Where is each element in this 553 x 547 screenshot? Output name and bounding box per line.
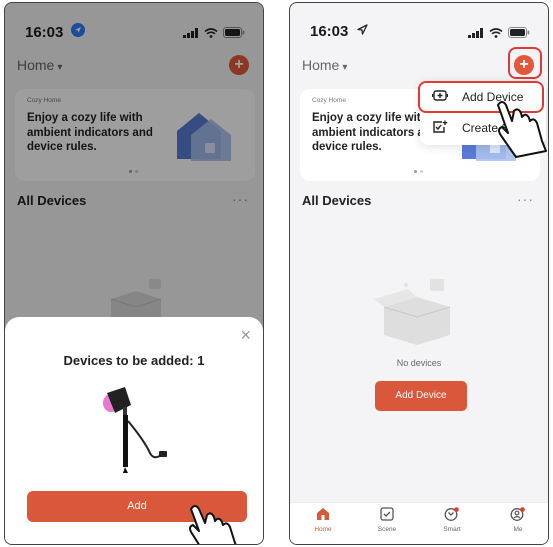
tap-hand-icon	[490, 87, 548, 164]
spotlight-device-icon	[99, 381, 179, 478]
close-icon[interactable]: ×	[240, 325, 251, 346]
smart-icon	[427, 507, 477, 523]
home-title-text: Home	[302, 57, 340, 73]
carousel-dot	[420, 170, 423, 173]
status-time-text: 16:03	[310, 23, 349, 40]
tab-bar: Home Scene Smart Me	[290, 502, 548, 544]
more-options-icon[interactable]: ···	[517, 191, 534, 207]
phone-screen-left: 16:03 Home ▾ + Cozy Home Enjoy a cozy lif…	[4, 2, 264, 545]
no-devices-text: No devices	[396, 358, 442, 368]
home-icon	[298, 507, 348, 523]
tab-label: Smart	[443, 526, 461, 533]
tab-label: Home	[314, 526, 332, 533]
tap-hand-icon	[181, 499, 251, 544]
status-bar: 16:03	[290, 3, 548, 43]
carousel-dot	[414, 170, 417, 173]
caret-down-icon: ▾	[342, 62, 348, 73]
status-time: 16:03	[310, 23, 368, 40]
signal-icon	[468, 25, 484, 43]
add-device-button[interactable]: Add Device	[375, 381, 467, 411]
system-icons	[468, 25, 530, 43]
wifi-icon	[489, 25, 503, 43]
create-scene-icon	[432, 120, 450, 137]
all-devices-heading: All Devices	[302, 193, 372, 208]
home-selector[interactable]: Home ▾	[302, 57, 347, 73]
carousel-dots	[414, 170, 423, 173]
tab-me[interactable]: Me	[493, 507, 543, 533]
tab-home[interactable]: Home	[298, 507, 348, 533]
tab-label: Scene	[377, 526, 397, 533]
scene-icon	[362, 507, 412, 523]
phone-screen-right: 16:03 Home ▾ + Cozy Home Enjoy a cozy lif…	[289, 2, 549, 545]
battery-icon	[508, 25, 530, 43]
sheet-title: Devices to be added: 1	[63, 353, 205, 368]
tab-scene[interactable]: Scene	[362, 507, 412, 533]
tab-label: Me	[513, 526, 523, 533]
empty-box-illustration-icon	[372, 279, 462, 350]
location-arrow-icon	[356, 23, 368, 40]
tab-smart[interactable]: Smart	[427, 507, 477, 533]
me-icon	[493, 507, 543, 523]
banner-small-title: Cozy Home	[312, 97, 346, 104]
highlight-outline	[508, 47, 542, 79]
